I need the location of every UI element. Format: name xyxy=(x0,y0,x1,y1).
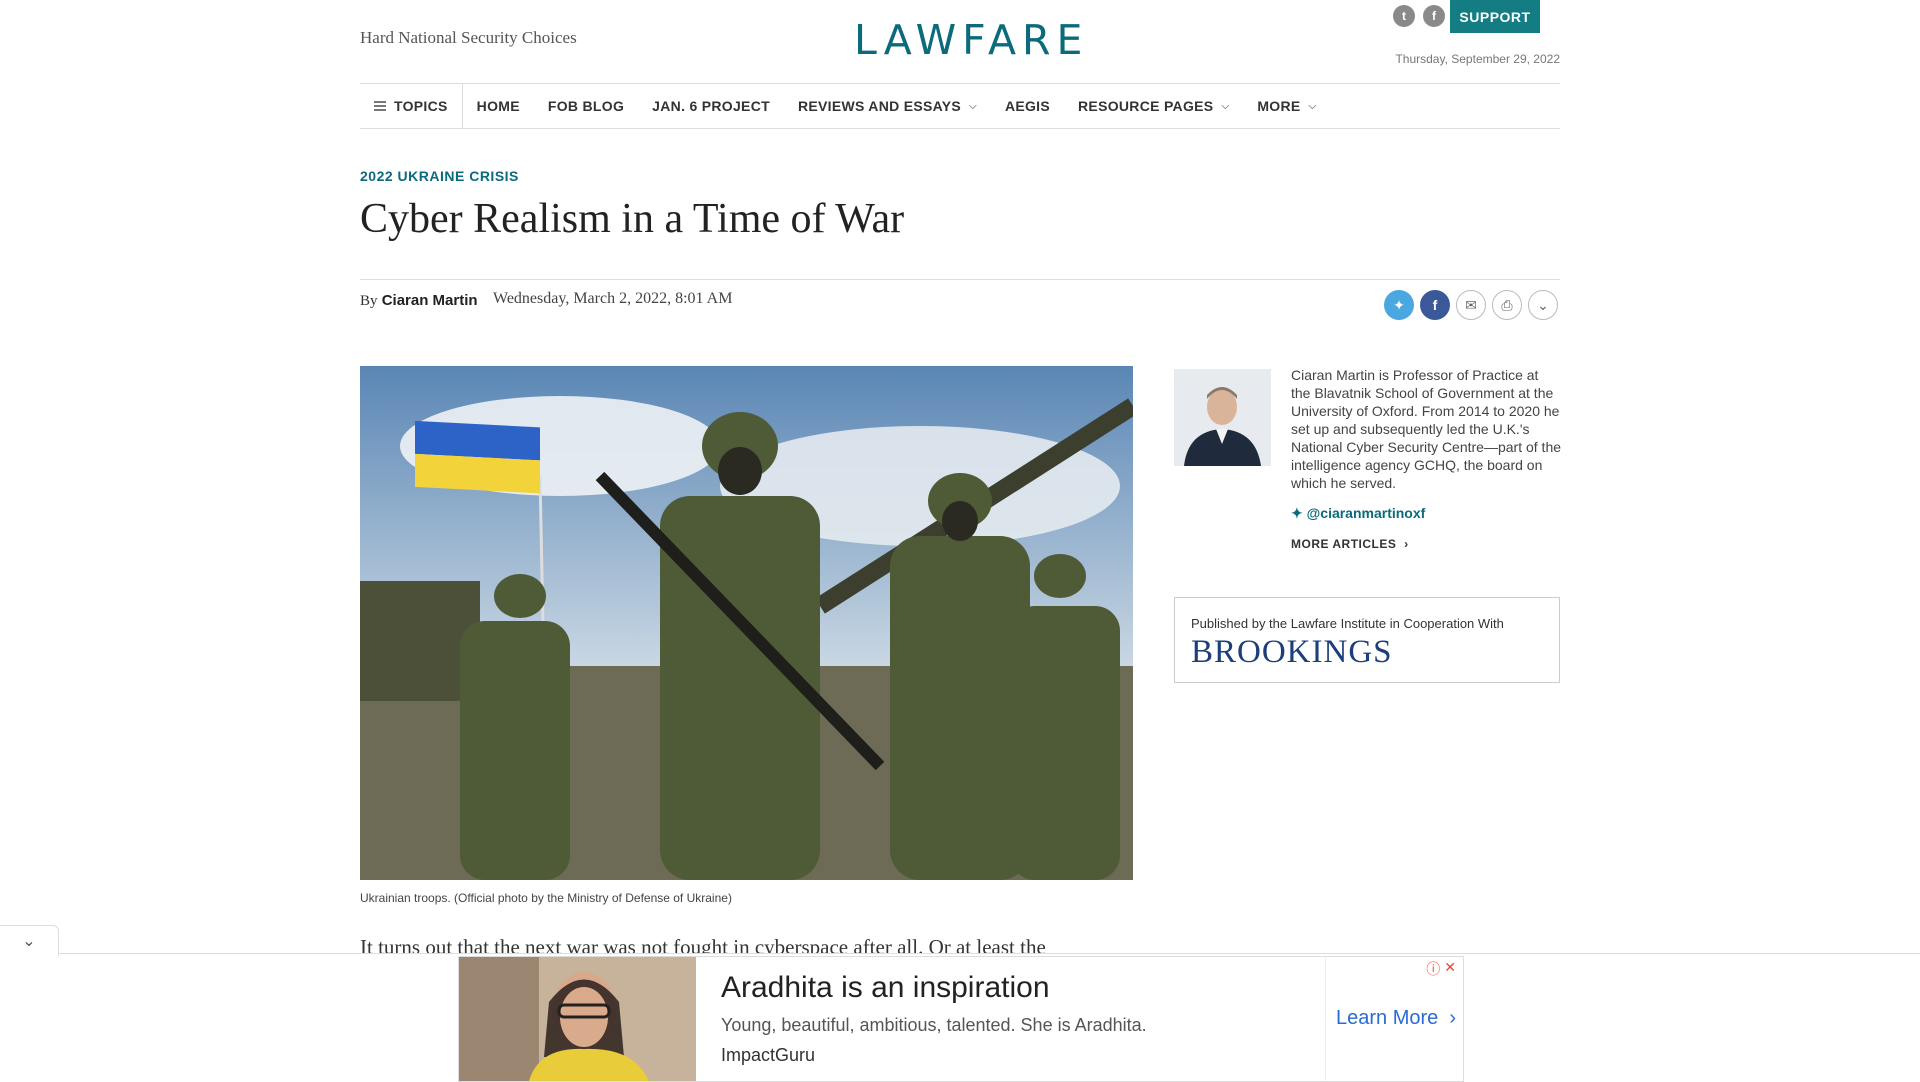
topics-label: TOPICS xyxy=(394,98,448,114)
close-icon[interactable]: ✕ xyxy=(1444,959,1456,979)
learn-more-label: Learn More xyxy=(1336,1007,1439,1029)
nav-more[interactable]: MORE ⌵ xyxy=(1243,98,1330,114)
brookings-box[interactable]: Published by the Lawfare Institute in Co… xyxy=(1174,597,1560,683)
chevron-down-icon: ⌵ xyxy=(969,100,977,112)
twitter-share-icon[interactable]: ✦ xyxy=(1384,290,1414,320)
author-photo xyxy=(1174,369,1271,466)
twitter-icon[interactable]: t xyxy=(1393,5,1415,27)
print-icon[interactable]: ⎙ xyxy=(1492,290,1522,320)
collapse-ad-chevron-icon[interactable]: ⌄ xyxy=(0,925,59,956)
ad-cta-area[interactable]: ⓘ ✕ Learn More › xyxy=(1325,957,1462,1081)
byline-bar: By Ciaran Martin Wednesday, March 2, 202… xyxy=(360,279,1560,330)
byline: By Ciaran Martin xyxy=(360,292,478,310)
facebook-icon[interactable]: f xyxy=(1423,5,1445,27)
article-kicker[interactable]: 2022 UKRAINE CRISIS xyxy=(360,168,519,184)
twitter-icon: ✦ xyxy=(1291,505,1303,521)
author-portrait-illustration xyxy=(1174,369,1271,466)
publish-date: Wednesday, March 2, 2022, 8:01 AM xyxy=(493,290,733,307)
ad-image xyxy=(459,957,696,1081)
site-tagline: Hard National Security Choices xyxy=(360,28,577,47)
nav-jan6-project[interactable]: JAN. 6 PROJECT xyxy=(638,98,784,114)
nav-home[interactable]: HOME xyxy=(463,98,534,114)
chevron-down-icon: ⌵ xyxy=(1221,100,1230,112)
ad-photo-illustration xyxy=(459,957,696,1081)
chevron-right-icon: › xyxy=(1443,1007,1457,1029)
article-title: Cyber Realism in a Time of War xyxy=(360,196,905,242)
byline-prefix: By xyxy=(360,293,378,309)
more-articles-link[interactable]: MORE ARTICLES › xyxy=(1291,537,1409,551)
brookings-intro: Published by the Lawfare Institute in Co… xyxy=(1191,616,1504,631)
share-buttons: ✦ f ✉ ⎙ ⌄ xyxy=(1384,290,1558,320)
chevron-right-icon: › xyxy=(1400,537,1409,551)
ad-info-icon[interactable]: ⓘ xyxy=(1426,959,1440,979)
image-caption: Ukrainian troops. (Official photo by the… xyxy=(360,891,732,905)
nav-fob-blog[interactable]: FOB BLOG xyxy=(534,98,638,114)
support-button[interactable]: SUPPORT xyxy=(1450,0,1540,33)
advertisement[interactable]: Aradhita is an inspiration Young, beauti… xyxy=(458,956,1464,1082)
email-share-icon[interactable]: ✉ xyxy=(1456,290,1486,320)
nav-resource-pages[interactable]: RESOURCE PAGES ⌵ xyxy=(1064,98,1243,114)
menu-icon xyxy=(374,101,386,111)
hero-image xyxy=(360,366,1133,880)
current-date: Thursday, September 29, 2022 xyxy=(1395,52,1560,66)
chevron-down-icon: ⌵ xyxy=(1308,100,1317,112)
ad-choices[interactable]: ⓘ ✕ xyxy=(1426,959,1456,979)
nav-reviews-and-essays[interactable]: REVIEWS AND ESSAYS ⌵ xyxy=(784,98,991,114)
soldiers-photo-illustration xyxy=(360,366,1133,880)
ad-source: ImpactGuru xyxy=(721,1045,816,1065)
more-articles-label: MORE ARTICLES xyxy=(1291,537,1397,551)
learn-more-button[interactable]: Learn More › xyxy=(1336,1007,1456,1030)
facebook-share-icon[interactable]: f xyxy=(1420,290,1450,320)
site-logo[interactable]: LAWFARE xyxy=(854,16,1088,64)
nav-aegis[interactable]: AEGIS xyxy=(991,98,1064,114)
ad-title[interactable]: Aradhita is an inspiration xyxy=(721,971,1050,1005)
author-link[interactable]: Ciaran Martin xyxy=(382,292,478,309)
brookings-logo: BROOKINGS xyxy=(1191,634,1393,670)
author-twitter-handle: @ciaranmartinoxf xyxy=(1306,505,1426,521)
topics-menu-button[interactable]: TOPICS xyxy=(360,84,463,128)
main-nav: TOPICS HOME FOB BLOG JAN. 6 PROJECT REVI… xyxy=(360,83,1560,129)
header-social-links: t f xyxy=(1393,5,1445,27)
author-twitter-link[interactable]: ✦ @ciaranmartinoxf xyxy=(1291,505,1425,522)
ad-description: Young, beautiful, ambitious, talented. S… xyxy=(721,1015,1147,1035)
author-bio: Ciaran Martin is Professor of Practice a… xyxy=(1291,367,1562,491)
more-share-chevron-icon[interactable]: ⌄ xyxy=(1528,290,1558,320)
